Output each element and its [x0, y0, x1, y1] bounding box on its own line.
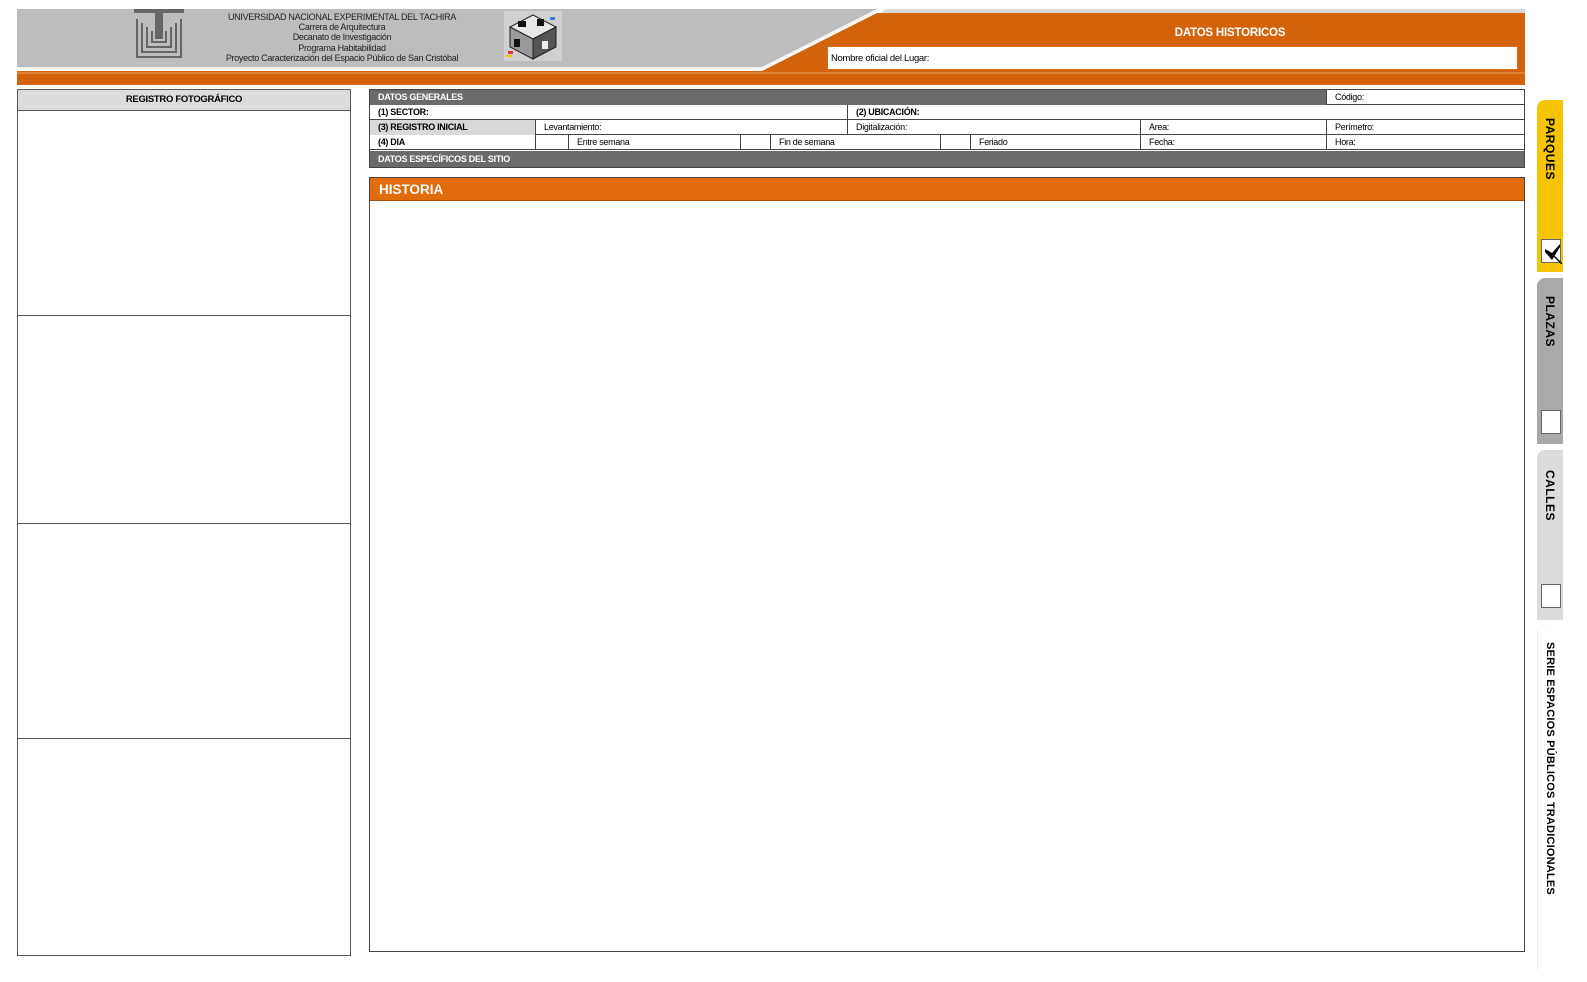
tab-plazas[interactable]: PLAZAS	[1537, 278, 1563, 444]
specific-data-row: DATOS ESPECÍFICOS DEL SITIO	[370, 151, 1524, 167]
code-field[interactable]: Código:	[1327, 90, 1524, 105]
location-field[interactable]: (2) UBICACIÓN:	[848, 105, 1524, 120]
tab-calles[interactable]: CALLES	[1537, 450, 1563, 620]
cube-logo	[504, 11, 562, 61]
date-label: Fecha:	[1149, 137, 1175, 147]
time-field[interactable]: Hora:	[1327, 135, 1524, 150]
weekday-label: Entre semana	[569, 135, 741, 150]
code-label: Código:	[1335, 92, 1364, 102]
tab-calles-label: CALLES	[1543, 470, 1557, 521]
university-logo	[134, 9, 184, 58]
survey-label: Levantamiento:	[544, 122, 602, 132]
holiday-label: Feriado	[971, 135, 1141, 150]
institution-line: Decanato de Investigación	[292, 32, 392, 43]
day-row: (4) DIA Entre semana Fin de semana Feria…	[370, 135, 1524, 150]
tab-plazas-label: PLAZAS	[1543, 296, 1557, 347]
area-field[interactable]: Area:	[1141, 120, 1327, 135]
tab-calles-checkbox[interactable]	[1541, 584, 1561, 608]
tab-serie-label: SERIE ESPACIOS PÚBLICOS TRADICIONALES	[1544, 642, 1556, 895]
sector-field[interactable]: (1) SECTOR:	[370, 105, 848, 120]
date-field[interactable]: Fecha:	[1141, 135, 1327, 150]
photo-slot[interactable]	[18, 738, 350, 955]
photo-register-panel: REGISTRO FOTOGRÁFICO	[17, 89, 351, 956]
photo-register-title: REGISTRO FOTOGRÁFICO	[18, 90, 350, 111]
weekend-label: Fin de semana	[771, 135, 941, 150]
historia-title: HISTORIA	[370, 178, 1524, 201]
sector-row: (1) SECTOR: (2) UBICACIÓN:	[370, 105, 1524, 120]
general-data-title: DATOS GENERALES	[370, 90, 1327, 105]
institution-text: UNIVERSIDAD NACIONAL EXPERIMENTAL DEL TA…	[207, 12, 477, 63]
sector-label: (1) SECTOR:	[378, 107, 429, 117]
general-data-table: DATOS GENERALES Código: (1) SECTOR: (2) …	[369, 89, 1525, 168]
digitization-label: Digitalización:	[856, 122, 908, 132]
institution-line: Programa Habitabilidad	[298, 42, 386, 53]
photo-slot[interactable]	[18, 523, 350, 738]
tab-parques[interactable]: PARQUES	[1537, 100, 1563, 272]
historia-text-area[interactable]	[370, 202, 1524, 951]
photo-slot[interactable]	[18, 315, 350, 523]
perimeter-label: Perímetro:	[1335, 122, 1375, 132]
institution-line: Carrera de Arquitectura	[298, 22, 386, 33]
tab-serie[interactable]: SERIE ESPACIOS PÚBLICOS TRADICIONALES	[1537, 626, 1563, 970]
survey-field[interactable]: Levantamiento:	[536, 120, 848, 135]
tab-parques-checkbox[interactable]	[1541, 239, 1563, 265]
checkmark-icon	[1545, 244, 1563, 265]
day-label: (4) DIA	[370, 135, 536, 150]
area-label: Area:	[1149, 122, 1170, 132]
institution-line: UNIVERSIDAD NACIONAL EXPERIMENTAL DEL TA…	[227, 12, 457, 22]
weekend-checkbox[interactable]	[741, 135, 771, 150]
historia-panel: HISTORIA	[369, 177, 1525, 952]
tab-plazas-checkbox[interactable]	[1541, 410, 1561, 434]
holiday-checkbox[interactable]	[941, 135, 971, 150]
place-name-field[interactable]: Nombre oficial del Lugar:	[827, 46, 1518, 70]
tab-parques-label: PARQUES	[1543, 118, 1557, 180]
time-label: Hora:	[1335, 137, 1356, 147]
initial-record-label: (3) REGISTRO INICIAL	[370, 120, 536, 135]
page-header: UNIVERSIDAD NACIONAL EXPERIMENTAL DEL TA…	[17, 9, 1545, 85]
weekday-checkbox[interactable]	[536, 135, 569, 150]
general-data-row: DATOS GENERALES Código:	[370, 90, 1524, 105]
perimeter-field[interactable]: Perímetro:	[1327, 120, 1524, 135]
specific-data-title: DATOS ESPECÍFICOS DEL SITIO	[370, 151, 1524, 167]
side-tabs: PARQUES PLAZAS CALLES SERIE ESPACIOS PÚB…	[1535, 100, 1563, 970]
initial-record-row: (3) REGISTRO INICIAL Levantamiento: Digi…	[370, 120, 1524, 135]
section-title: DATOS HISTORICOS	[1174, 27, 1286, 39]
digitization-field[interactable]: Digitalización:	[848, 120, 1141, 135]
photo-slot[interactable]	[18, 111, 350, 315]
location-label: (2) UBICACIÓN:	[856, 107, 920, 117]
place-name-label: Nombre oficial del Lugar:	[831, 53, 930, 64]
institution-line: Proyecto Caracterización del Espacio Púb…	[225, 52, 459, 63]
